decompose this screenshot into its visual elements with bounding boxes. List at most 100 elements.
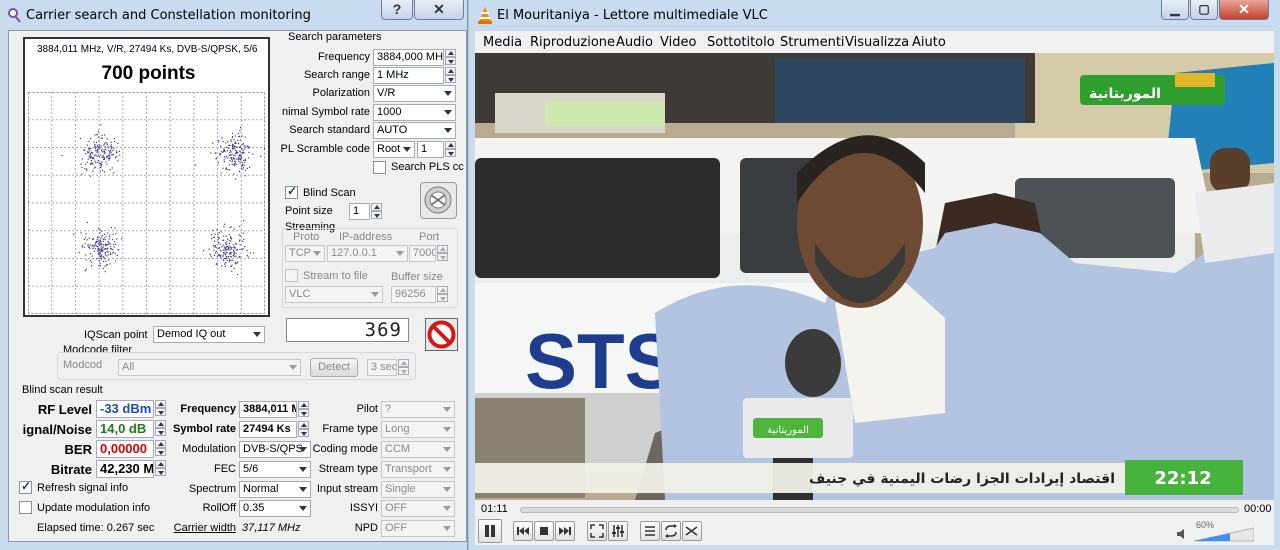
vlc-cone-icon [478,7,492,24]
constellation-point [244,246,246,248]
input-stream-select[interactable]: Single [381,481,455,498]
fec-select[interactable]: 5/6 [239,461,311,478]
modulation-select[interactable]: DVB-S/QPS [239,441,311,458]
maximize-button[interactable]: ▢ [1190,0,1218,20]
chevron-down-icon [443,467,451,472]
constellation-point [98,265,100,267]
constellation-point [236,273,239,276]
update-modulation-info-checkbox[interactable] [19,501,32,514]
carrier-width-label[interactable]: Carrier width [160,522,236,534]
npd-select[interactable]: OFF [381,520,455,537]
constellation-point [234,155,236,157]
video-frame[interactable]: STS الموريتانية الموريتانية اقتصاد إيراد… [475,53,1274,500]
constellation-point [98,241,100,243]
rolloff-select[interactable]: 0.35 [239,500,311,517]
constellation-point [84,153,86,155]
constellation-point [84,270,86,272]
search-pls-checkbox[interactable] [373,161,386,174]
constellation-point [231,270,233,272]
app-icon [8,8,21,23]
search-standard-label: Search standard [289,124,370,136]
frequency-input[interactable]: 3884,000 MHz [373,49,444,66]
chevron-down-icon [403,147,411,152]
vlc-close-button[interactable]: ✕ [1219,0,1269,20]
stream-type-select[interactable]: Transport [381,461,455,478]
volume-slider[interactable]: 60% [1193,520,1255,542]
spectrum-select[interactable]: Normal [239,481,311,498]
search-range-spinner[interactable] [445,67,456,84]
shuffle-icon [685,526,698,536]
buffer-size-spinner[interactable] [437,286,448,303]
playlist-button[interactable] [640,521,660,541]
proto-select[interactable]: TCP [285,245,325,262]
point-size-input[interactable]: 1 [349,203,370,220]
next-button[interactable] [555,521,575,541]
menu-riproduzione[interactable]: Riproduzione [530,35,615,50]
close-button[interactable]: ✕ [414,0,464,20]
symbol-rate-spinner[interactable] [298,421,309,438]
detect-button[interactable]: Detect [310,358,358,377]
polarization-select[interactable]: V/R [373,85,456,102]
modcode-select[interactable]: All [118,359,301,376]
search-range-input[interactable]: 1 MHz [373,67,444,84]
speaker-icon[interactable] [1175,527,1189,541]
constellation-point [104,251,106,254]
help-button[interactable]: ? [381,0,413,20]
constellation-point [100,238,102,240]
constellation-point [89,260,92,262]
stop-playback-button[interactable] [534,521,554,541]
fullscreen-button[interactable] [587,521,607,541]
constellation-point [100,258,102,260]
pause-button[interactable] [478,519,502,543]
dish-button[interactable] [420,182,457,219]
constellation-point [100,150,103,152]
chevron-down-icon [396,251,404,256]
constellation-point [226,146,228,148]
constellation-point [231,148,234,150]
menu-strumenti[interactable]: Strumenti [780,35,845,50]
port-spinner[interactable] [437,245,448,262]
blind-scan-checkbox[interactable] [285,184,298,199]
coding-mode-select[interactable]: CCM [381,441,455,458]
iqscan-select[interactable]: Demod IQ out [153,326,265,343]
search-standard-select[interactable]: AUTO [373,122,456,139]
seek-bar[interactable] [520,507,1239,513]
loop-button[interactable] [661,521,681,541]
pl-scramble-spinner[interactable] [445,141,456,158]
constellation-point [246,254,248,257]
minimize-button[interactable]: ▁ [1161,0,1189,20]
frequency-spinner[interactable] [445,49,456,66]
chevron-down-icon [299,447,307,452]
result-frequency-spinner[interactable] [298,401,309,418]
constellation-point [229,252,232,254]
menu-video[interactable]: Video [660,35,696,50]
menu-audio[interactable]: Audio [616,35,653,50]
interval-spinner[interactable] [398,359,409,376]
point-size-spinner[interactable] [371,203,382,220]
buffer-size-input[interactable]: 96256 [391,286,436,303]
frame-type-select[interactable]: Long [381,421,455,438]
menu-aiuto[interactable]: Aiuto [912,35,946,50]
interval-input[interactable]: 3 sec [367,359,397,376]
constellation-point [100,145,102,147]
stop-button[interactable] [425,318,458,351]
pl-scramble-input[interactable]: 1 [417,141,444,158]
pilot-select[interactable]: ? [381,401,455,418]
issyi-select[interactable]: OFF [381,500,455,517]
previous-button[interactable] [513,521,533,541]
menu-sottotitolo[interactable]: Sottotitolo [707,35,775,50]
player-select[interactable]: VLC [285,286,383,303]
menu-media[interactable]: Media [483,35,522,50]
proto-value: TCP [289,247,311,259]
shuffle-button[interactable] [682,521,702,541]
pl-scramble-mode-select[interactable]: Root [373,141,415,158]
constellation-point [249,252,251,254]
constellation-point [117,160,119,162]
ip-address-select[interactable]: 127.0.0.1 [327,245,408,262]
stream-to-file-checkbox[interactable] [285,269,298,282]
menu-visualizza[interactable]: Visualizza [845,35,909,50]
min-symbol-rate-select[interactable]: 1000 [373,104,456,121]
refresh-signal-info-checkbox[interactable] [19,479,32,494]
extended-settings-button[interactable] [608,521,628,541]
port-input[interactable]: 7000 [409,245,436,262]
